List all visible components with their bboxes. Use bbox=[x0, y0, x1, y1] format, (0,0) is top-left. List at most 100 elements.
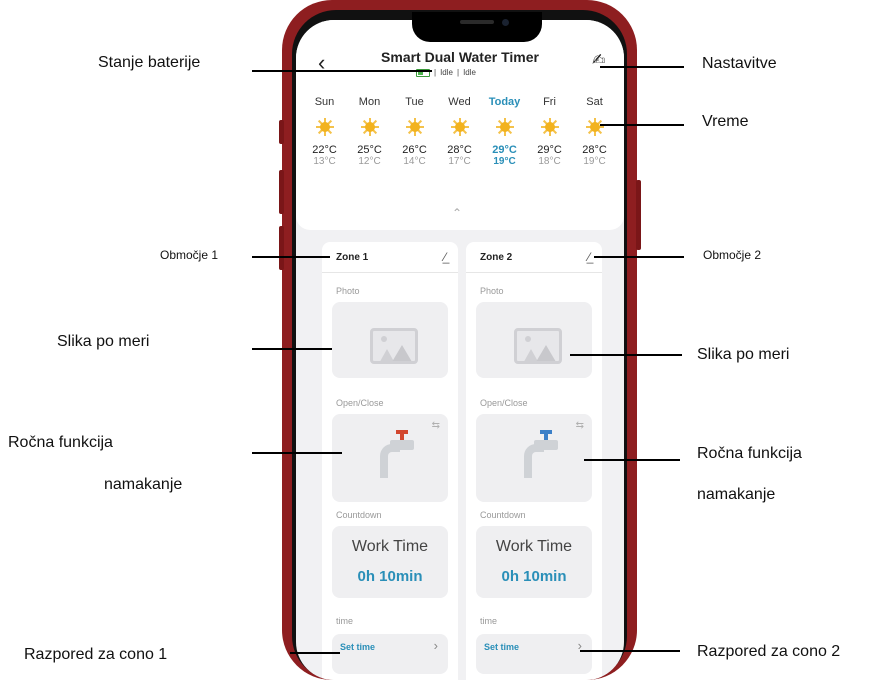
temp-high: 28°C bbox=[582, 144, 607, 156]
temp-high: 29°C bbox=[537, 144, 562, 156]
temp-high: 28°C bbox=[447, 144, 472, 156]
zone-header: Zone 2 ⁄̲ bbox=[466, 242, 602, 273]
image-placeholder-icon bbox=[370, 328, 418, 364]
leader-line bbox=[584, 459, 680, 461]
status-zone1: Idle bbox=[440, 68, 453, 77]
temp-high: 22°C bbox=[312, 144, 337, 156]
day-name: Sun bbox=[314, 96, 335, 108]
forecast-day-today: Today 29°C 19°C bbox=[482, 96, 527, 167]
chevron-right-icon: › bbox=[433, 638, 438, 653]
temp-low: 13°C bbox=[313, 156, 336, 167]
time-label: time bbox=[480, 616, 498, 626]
open-close-label: Open/Close bbox=[336, 398, 384, 408]
faucet-icon bbox=[516, 428, 562, 478]
temp-high: 26°C bbox=[402, 144, 427, 156]
swap-icon[interactable]: ⇆ bbox=[432, 420, 440, 431]
temp-low: 19°C bbox=[583, 156, 606, 167]
phone-side-button bbox=[279, 120, 284, 144]
phone-notch bbox=[412, 12, 542, 42]
annotation-schedule-zone2: Razpored za cono 2 bbox=[697, 643, 841, 660]
set-time-button[interactable]: Set time › bbox=[332, 634, 448, 674]
sun-icon bbox=[585, 118, 604, 136]
day-name: Fri bbox=[543, 96, 556, 108]
page-title: Smart Dual Water Timer bbox=[381, 49, 539, 65]
zone-card-1: Zone 1 ⁄̲ Photo Open/Close ⇆ Countdown W… bbox=[322, 242, 458, 680]
custom-photo[interactable] bbox=[476, 302, 592, 378]
annotation-custom-image-left: Slika po meri bbox=[57, 333, 150, 350]
annotation-zone1: Območje 1 bbox=[160, 248, 219, 262]
countdown-label: Countdown bbox=[480, 510, 526, 520]
edit-zone-icon[interactable]: ⁄̲ bbox=[588, 250, 590, 264]
photo-label: Photo bbox=[480, 286, 504, 296]
swap-icon[interactable]: ⇆ bbox=[576, 420, 584, 431]
app-header: ‹ Smart Dual Water Timer | Idle | Idle ✍… bbox=[296, 20, 624, 230]
phone-side-button bbox=[636, 180, 641, 250]
status-zone2: Idle bbox=[463, 68, 476, 77]
work-time-value: 0h 10min bbox=[501, 568, 567, 585]
countdown-label: Countdown bbox=[336, 510, 382, 520]
forecast-day: Sat 28°C 19°C bbox=[572, 96, 617, 167]
annotation-schedule-zone1: Razpored za cono 1 bbox=[24, 646, 168, 663]
chevron-up-icon[interactable]: ⌃ bbox=[452, 206, 462, 220]
annotation-settings: Nastavitve bbox=[702, 55, 777, 72]
forecast-day: Fri 29°C 18°C bbox=[527, 96, 572, 167]
phone-side-button bbox=[279, 170, 284, 214]
annotation-custom-image-right: Slika po meri bbox=[697, 346, 790, 363]
temp-low: 12°C bbox=[358, 156, 381, 167]
work-time-value: 0h 10min bbox=[357, 568, 423, 585]
leader-line bbox=[290, 652, 340, 654]
countdown-panel[interactable]: Work Time 0h 10min bbox=[332, 526, 448, 598]
temp-high: 25°C bbox=[357, 144, 382, 156]
zone-name: Zone 2 bbox=[480, 252, 513, 263]
sun-icon bbox=[360, 118, 379, 136]
leader-line bbox=[600, 124, 684, 126]
leader-line bbox=[570, 354, 682, 356]
leader-line bbox=[252, 256, 330, 258]
app-screen: ‹ Smart Dual Water Timer | Idle | Idle ✍… bbox=[296, 20, 624, 680]
set-time-button[interactable]: Set time › bbox=[476, 634, 592, 674]
leader-line bbox=[252, 348, 332, 350]
leader-line bbox=[252, 452, 342, 454]
forecast-day: Wed 28°C 17°C bbox=[437, 96, 482, 167]
zone-header: Zone 1 ⁄̲ bbox=[322, 242, 458, 273]
sun-icon bbox=[405, 118, 424, 136]
sun-icon bbox=[450, 118, 469, 136]
temp-low: 14°C bbox=[403, 156, 426, 167]
day-name: Mon bbox=[358, 96, 381, 108]
edit-zone-icon[interactable]: ⁄̲ bbox=[444, 250, 446, 264]
annotation-manual-left-1: Ročna funkcija bbox=[8, 434, 113, 451]
day-name: Today bbox=[488, 96, 521, 108]
leader-line bbox=[600, 66, 684, 68]
leader-line bbox=[252, 70, 432, 72]
leader-line bbox=[594, 256, 684, 258]
manual-valve-button[interactable]: ⇆ bbox=[476, 414, 592, 502]
set-time-label: Set time bbox=[484, 642, 520, 652]
day-name: Tue bbox=[405, 96, 424, 108]
leader-line bbox=[580, 650, 680, 652]
time-label: time bbox=[336, 616, 354, 626]
annotation-manual-left-2: namakanje bbox=[104, 476, 183, 493]
zone-card-2: Zone 2 ⁄̲ Photo Open/Close ⇆ Countdown W… bbox=[466, 242, 602, 680]
back-icon[interactable]: ‹ bbox=[318, 50, 325, 76]
open-close-label: Open/Close bbox=[480, 398, 528, 408]
weather-forecast: Sun 22°C 13°C Mon 25°C 12°C Tue 26°C 14°… bbox=[302, 96, 620, 167]
annotation-weather: Vreme bbox=[702, 113, 749, 130]
photo-label: Photo bbox=[336, 286, 360, 296]
custom-photo[interactable] bbox=[332, 302, 448, 378]
annotation-manual-right-2: namakanje bbox=[697, 486, 776, 503]
manual-valve-button[interactable]: ⇆ bbox=[332, 414, 448, 502]
countdown-panel[interactable]: Work Time 0h 10min bbox=[476, 526, 592, 598]
phone-side-button bbox=[279, 226, 284, 270]
image-placeholder-icon bbox=[514, 328, 562, 364]
annotation-manual-right-1: Ročna funkcija bbox=[697, 445, 802, 462]
day-name: Sat bbox=[586, 96, 603, 108]
temp-low: 18°C bbox=[538, 156, 561, 167]
sun-icon bbox=[495, 118, 514, 136]
sun-icon bbox=[540, 118, 559, 136]
forecast-day: Mon 25°C 12°C bbox=[347, 96, 392, 167]
forecast-day: Tue 26°C 14°C bbox=[392, 96, 437, 167]
work-time-label: Work Time bbox=[495, 538, 573, 555]
day-name: Wed bbox=[448, 96, 471, 108]
annotation-zone2: Območje 2 bbox=[703, 248, 762, 262]
faucet-icon bbox=[372, 428, 418, 478]
